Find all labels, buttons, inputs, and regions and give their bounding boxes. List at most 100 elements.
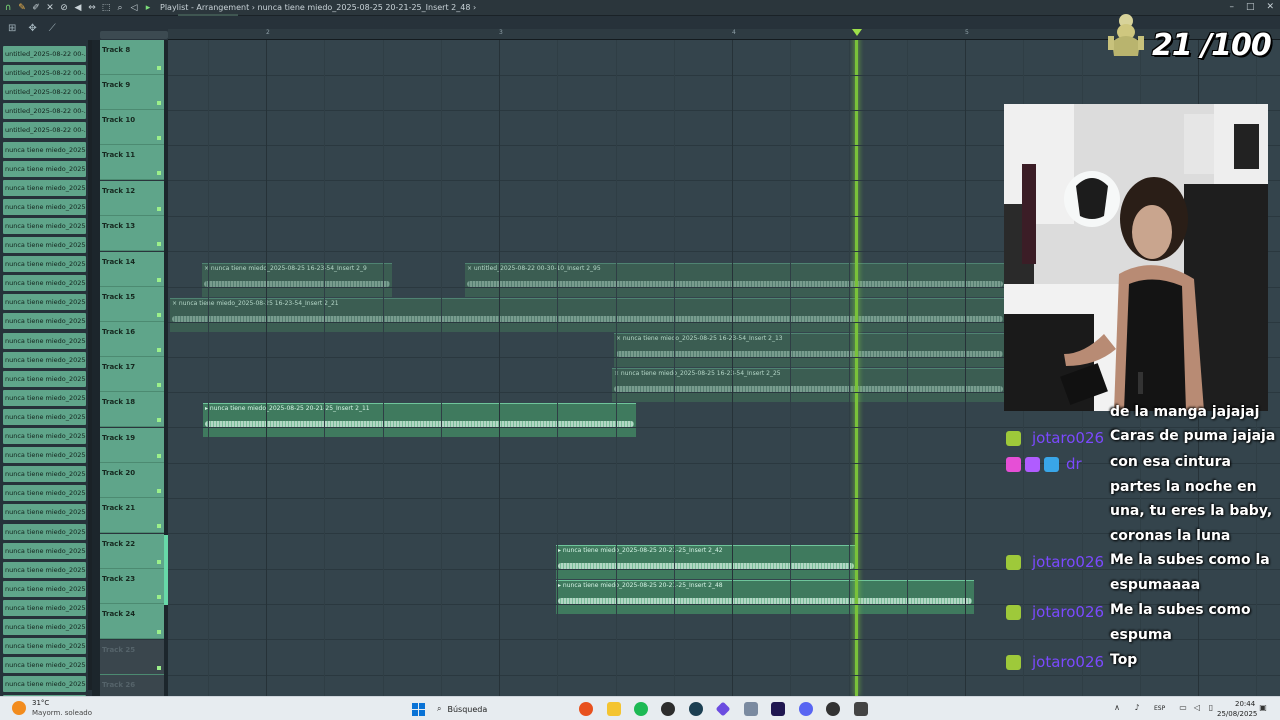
track-header[interactable]: Track 24 — [100, 604, 164, 639]
picker-clip-item[interactable]: nunca tiene miedo_2025-... — [3, 275, 86, 292]
chat-username[interactable]: jotaro026 — [1032, 653, 1104, 671]
picker-clip-item[interactable]: nunca tiene miedo_2025-... — [3, 428, 86, 444]
track-mute-led[interactable] — [157, 242, 161, 246]
keyboard-language[interactable]: ESP — [1154, 705, 1165, 712]
playhead[interactable] — [855, 40, 858, 696]
premiere-icon[interactable] — [771, 702, 785, 716]
picker-scrollbar[interactable] — [88, 40, 92, 690]
audio-clip[interactable]: × untitled_2025-08-22 00-30-10_Insert 2_… — [465, 263, 1005, 297]
audio-clip[interactable]: ▸ nunca tiene miedo_2025-08-25 20-21-25_… — [556, 545, 856, 579]
picker-clip-item[interactable]: nunca tiene miedo_2025-... — [3, 676, 86, 693]
brush-icon[interactable]: ✐ — [30, 2, 42, 14]
audio-clip[interactable]: ▸ nunca tiene miedo_2025-08-25 20-21-25_… — [556, 580, 974, 614]
magnet-icon[interactable]: ∩ — [2, 2, 14, 14]
playback-icon[interactable]: ◁ — [128, 2, 140, 14]
picker-clip-item[interactable]: nunca tiene miedo_2025-... — [3, 408, 86, 425]
track-header[interactable]: Track 22 — [100, 534, 164, 569]
picker-clip-item[interactable]: nunca tiene miedo_2025-... — [3, 351, 86, 368]
picker-clip-item[interactable]: nunca tiene miedo_2025-... — [3, 179, 86, 196]
picker-clip-item[interactable]: nunca tiene miedo_2025-... — [3, 504, 86, 521]
chat-username[interactable]: jotaro026 — [1032, 553, 1104, 571]
spotify-icon[interactable] — [634, 702, 648, 716]
select-icon[interactable]: ⬚ — [100, 2, 112, 14]
track-header[interactable]: Track 19 — [100, 428, 164, 463]
slip-icon[interactable]: ⇔ — [86, 2, 98, 14]
track-mute-led[interactable] — [157, 207, 161, 211]
mute-icon[interactable]: ⊘ — [58, 2, 70, 14]
taskbar-search[interactable]: ⌕ Búsqueda — [437, 700, 567, 718]
audio-clip[interactable]: × nunca tiene miedo_2025-08-25 16-23-54_… — [202, 263, 392, 297]
audio-clip[interactable]: × nunca tiene miedo_2025-08-25 16-23-54_… — [612, 368, 1005, 402]
picker-clip-item[interactable]: nunca tiene miedo_2025-... — [3, 256, 86, 273]
picker-clip-item[interactable]: nunca tiene miedo_2025-... — [3, 523, 86, 540]
chat-username[interactable]: jotaro026 — [1032, 603, 1104, 621]
track-header[interactable]: Track 25 — [100, 640, 164, 675]
app-grid-icon[interactable] — [744, 702, 758, 716]
track-header[interactable]: Track 11 — [100, 145, 164, 180]
file-explorer-icon[interactable] — [607, 702, 621, 716]
track-header[interactable]: Track 12 — [100, 181, 164, 216]
playhead-marker[interactable] — [852, 29, 862, 36]
picker-menu-icon[interactable]: ⊞ — [8, 23, 16, 34]
obs-icon[interactable] — [854, 702, 868, 716]
picker-clip-item[interactable]: untitled_2025-08-22 00-... — [3, 46, 86, 62]
track-header[interactable]: Track 20 — [100, 463, 164, 498]
track-mute-led[interactable] — [157, 630, 161, 634]
track-header[interactable]: Track 10 — [100, 110, 164, 145]
clock-time[interactable]: 20:44 — [1235, 700, 1255, 708]
volume-icon[interactable]: ◁ — [1192, 703, 1202, 713]
picker-clip-item[interactable]: untitled_2025-08-22 00-... — [3, 65, 86, 82]
zoom-icon[interactable]: ⌕ — [114, 2, 126, 14]
picker-clip-item[interactable]: nunca tiene miedo_2025-... — [3, 561, 86, 578]
track-header[interactable]: Track 14 — [100, 252, 164, 287]
speaker-icon[interactable]: ◀ — [72, 2, 84, 14]
track-header[interactable]: Track 16 — [100, 322, 164, 357]
picker-clip-item[interactable]: nunca tiene miedo_2025-... — [3, 619, 86, 635]
firefox-icon[interactable] — [579, 702, 593, 716]
track-header[interactable]: Track 23 — [100, 569, 164, 604]
network-icon[interactable]: ▭ — [1178, 703, 1188, 713]
track-header[interactable]: Track 18 — [100, 392, 164, 427]
picker-clip-item[interactable]: nunca tiene miedo_2025-... — [3, 370, 86, 387]
track-mute-led[interactable] — [157, 560, 161, 564]
knife-icon[interactable]: ⟋ — [49, 23, 56, 34]
minimize-icon[interactable]: – — [1229, 2, 1234, 12]
track-header[interactable]: Track 8 — [100, 40, 164, 75]
picker-clip-item[interactable]: nunca tiene miedo_2025-... — [3, 313, 86, 330]
picker-clip-item[interactable]: nunca tiene miedo_2025-... — [3, 657, 86, 674]
app-chat-icon[interactable] — [826, 702, 840, 716]
clock-date[interactable]: 25/08/2025 — [1217, 710, 1257, 718]
audio-clip[interactable]: ▸ nunca tiene miedo_2025-08-25 20-21-25_… — [203, 403, 636, 437]
track-header[interactable]: Track 13 — [100, 216, 164, 251]
tray-chevron-icon[interactable]: ∧ — [1112, 703, 1122, 713]
chat-username[interactable]: jotaro026 — [1032, 429, 1104, 447]
track-mute-led[interactable] — [157, 313, 161, 317]
notification-icon[interactable]: ▣ — [1258, 703, 1268, 713]
app-u-icon[interactable] — [689, 702, 703, 716]
picker-clip-item[interactable]: nunca tiene miedo_2025-... — [3, 599, 86, 616]
track-mute-led[interactable] — [157, 489, 161, 493]
battery-icon[interactable]: ▯ — [1206, 703, 1216, 713]
picker-clip-item[interactable]: untitled_2025-08-22 00-... — [3, 103, 86, 120]
delete-icon[interactable]: ✕ — [44, 2, 56, 14]
fl-studio-icon[interactable] — [661, 702, 675, 716]
maximize-icon[interactable]: □ — [1246, 2, 1255, 12]
picker-clip-item[interactable]: untitled_2025-08-22 00-... — [3, 122, 86, 139]
picker-clip-item[interactable]: nunca tiene miedo_2025-... — [3, 466, 86, 483]
discord-icon[interactable] — [799, 702, 813, 716]
track-mute-led[interactable] — [157, 454, 161, 458]
picker-clip-item[interactable]: nunca tiene miedo_2025-... — [3, 638, 86, 655]
chat-username[interactable]: dr — [1066, 455, 1082, 473]
picker-clip-item[interactable]: nunca tiene miedo_2025-... — [3, 485, 86, 502]
picker-clip-item[interactable]: nunca tiene miedo_2025-... — [3, 217, 86, 234]
track-mute-led[interactable] — [157, 136, 161, 140]
track-mute-led[interactable] — [157, 348, 161, 352]
picker-clip-item[interactable]: nunca tiene miedo_2025-... — [3, 542, 86, 559]
move-icon[interactable]: ✥ — [28, 23, 36, 34]
weather-icon[interactable] — [12, 701, 26, 715]
picker-clip-item[interactable]: nunca tiene miedo_2025-... — [3, 160, 86, 177]
app-diamond-icon[interactable] — [715, 701, 731, 717]
pencil-icon[interactable]: ✎ — [16, 2, 28, 14]
picker-clip-item[interactable]: nunca tiene miedo_2025-... — [3, 389, 86, 406]
track-header[interactable]: Track 17 — [100, 357, 164, 392]
